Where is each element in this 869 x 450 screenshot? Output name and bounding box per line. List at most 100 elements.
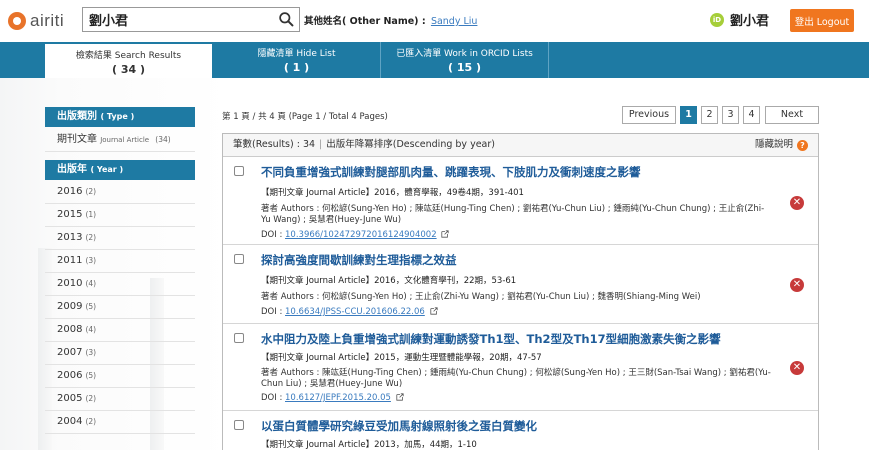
year-label: 2015 [57, 209, 83, 220]
hide-help-toggle[interactable]: 隱藏說明 ? [755, 134, 808, 156]
type-item-label: 期刊文章 [57, 134, 97, 145]
year-filter-item[interactable]: 2010 (4) [45, 273, 195, 296]
doi-label: DOI : [261, 307, 283, 317]
next-page-button[interactable]: Next [765, 106, 819, 124]
year-filter-item[interactable]: 2007 (3) [45, 342, 195, 365]
result-checkbox[interactable] [234, 254, 244, 264]
result-checkbox[interactable] [234, 420, 244, 430]
page-button-4[interactable]: 4 [743, 106, 760, 124]
year-filter-item[interactable]: 2016 (2) [45, 181, 195, 204]
type-item-count: (34) [155, 135, 171, 144]
other-name-label: 其他姓名( Other Name) : [304, 16, 426, 27]
result-title[interactable]: 探討高強度間歇訓練對生理指標之效益 [261, 252, 457, 268]
user-name: 劉小君 [730, 14, 770, 29]
page-info: 第 1 頁 / 共 4 頁 (Page 1 / Total 4 Pages) [222, 112, 388, 122]
doi-label: DOI : [261, 393, 283, 403]
result-authors: 著者 Authors : 何松諺(Sung-Yen Ho) ; 王止俞(Zhi-… [261, 292, 701, 302]
doi-link[interactable]: 10.6127/JEPF.2015.20.05 [285, 393, 391, 403]
year-label: 2009 [57, 301, 83, 312]
previous-page-button[interactable]: Previous [622, 106, 676, 124]
tab-hide-list[interactable]: 隱藏清單 Hide List ( 1 ) [213, 42, 380, 78]
type-item-sub: Journal Article [100, 136, 150, 144]
result-meta: 【期刊文章 Journal Article】2015，運動生理暨體能學報，20期… [261, 353, 542, 363]
tab-orcid-list[interactable]: 已匯入清單 Work in ORCID Lists ( 15 ) [381, 42, 548, 78]
orcid-icon: iD [710, 12, 724, 27]
year-label: 2008 [57, 324, 83, 335]
external-link-icon [441, 230, 449, 238]
result-item: 以蛋白質體學研究綠豆受加馬射線照射後之蛋白質變化 【期刊文章 Journal A… [223, 412, 818, 450]
sort-label[interactable]: 出版年降冪排序(Descending by year) [326, 139, 495, 150]
tab-separator [548, 42, 549, 78]
airiti-logo[interactable]: airiti [8, 11, 64, 31]
year-label: 2013 [57, 232, 83, 243]
type-header-label: 出版類別 [57, 111, 97, 122]
tab-search-results[interactable]: 檢索結果 Search Results ( 34 ) [45, 42, 212, 78]
results-panel: 筆數(Results) : 34 | 出版年降冪排序(Descending by y… [222, 133, 819, 450]
tab-count: ( 34 ) [111, 63, 146, 76]
type-filter-header: 出版類別 ( Type ) [45, 107, 195, 127]
year-count: (3) [85, 348, 97, 357]
hide-item-button[interactable]: ✕ [790, 278, 804, 292]
results-header-separator: | [319, 139, 323, 150]
year-label: 2005 [57, 393, 83, 404]
tab-count: ( 15 ) [447, 61, 482, 74]
result-doi: DOI : 10.6634/JPSS-CCU.201606.22.06 [261, 307, 438, 317]
page-button-1[interactable]: 1 [680, 106, 697, 124]
logo-text: airiti [30, 11, 65, 30]
year-label: 2010 [57, 278, 83, 289]
page-button-3[interactable]: 3 [722, 106, 739, 124]
orcid-user: iD 劉小君 [710, 10, 769, 29]
year-filter-item[interactable]: 2013 (2) [45, 227, 195, 250]
external-link-icon [429, 307, 438, 315]
result-doi: DOI : 10.3966/102472972016124904002 [261, 230, 449, 240]
result-checkbox[interactable] [234, 166, 244, 176]
top-header: airiti 其他姓名( Other Name) : Sandy Liu iD … [0, 0, 869, 42]
result-meta: 【期刊文章 Journal Article】2016，體育學報，49卷4期，39… [261, 188, 524, 198]
help-icon: ? [797, 139, 808, 151]
year-header-label: 出版年 [57, 164, 87, 175]
page-button-2[interactable]: 2 [701, 106, 718, 124]
search-box [82, 7, 300, 32]
hide-help-label: 隱藏說明 [754, 139, 793, 150]
result-title[interactable]: 不同負重增強式訓練對腿部肌肉量、跳躍表現、下肢肌力及衝刺速度之影響 [261, 164, 641, 180]
year-filter-item[interactable]: 2015 (1) [45, 204, 195, 227]
year-filter-item[interactable]: 2008 (4) [45, 319, 195, 342]
result-checkbox[interactable] [234, 333, 244, 343]
type-header-sub: ( Type ) [100, 112, 135, 121]
result-authors: 著者 Authors : 陳竑廷(Hung-Ting Chen) ; 鍾雨純(Y… [261, 368, 771, 389]
year-label: 2006 [57, 370, 83, 381]
result-meta: 【期刊文章 Journal Article】2013，加馬，44期，1-10 [261, 440, 477, 450]
year-filter-item[interactable]: 2004 (2) [45, 411, 195, 434]
result-item: 探討高強度間歇訓練對生理指標之效益 【期刊文章 Journal Article】… [223, 246, 818, 324]
year-count: (2) [85, 233, 97, 242]
other-name-link[interactable]: Sandy Liu [431, 16, 478, 27]
result-item: 水中阻力及陸上負重增強式訓練對運動誘發Th1型、Th2型及Th17型細胞激素失衡… [223, 325, 818, 411]
result-title[interactable]: 水中阻力及陸上負重增強式訓練對運動誘發Th1型、Th2型及Th17型細胞激素失衡… [261, 331, 721, 347]
year-filter-item[interactable]: 2005 (2) [45, 388, 195, 411]
result-item: 不同負重增強式訓練對腿部肌肉量、跳躍表現、下肢肌力及衝刺速度之影響 【期刊文章 … [223, 158, 818, 245]
year-count: (4) [85, 279, 97, 288]
year-label: 2016 [57, 186, 83, 197]
year-count: (5) [85, 371, 97, 380]
search-input[interactable] [83, 8, 273, 31]
results-header: 筆數(Results) : 34 | 出版年降冪排序(Descending by y… [223, 134, 818, 157]
tab-bar: 檢索結果 Search Results ( 34 ) 隱藏清單 Hide Lis… [0, 42, 869, 78]
year-count: (2) [85, 187, 97, 196]
search-icon[interactable] [278, 11, 295, 28]
year-filter-item[interactable]: 2009 (5) [45, 296, 195, 319]
year-count: (2) [85, 394, 97, 403]
hide-item-button[interactable]: ✕ [790, 196, 804, 210]
year-label: 2004 [57, 416, 83, 427]
year-count: (2) [85, 417, 97, 426]
year-filter-item[interactable]: 2011 (3) [45, 250, 195, 273]
type-filter-journal-article[interactable]: 期刊文章 Journal Article (34) [45, 129, 195, 152]
airiti-logo-icon [8, 12, 26, 30]
year-filter-item[interactable]: 2006 (5) [45, 365, 195, 388]
doi-link[interactable]: 10.3966/102472972016124904002 [285, 230, 437, 240]
year-filter-header: 出版年 ( Year ) [45, 160, 195, 180]
tab-label: 隱藏清單 Hide List [257, 49, 336, 59]
hide-item-button[interactable]: ✕ [790, 361, 804, 375]
doi-link[interactable]: 10.6634/JPSS-CCU.201606.22.06 [285, 307, 425, 317]
result-title[interactable]: 以蛋白質體學研究綠豆受加馬射線照射後之蛋白質變化 [261, 418, 537, 434]
logout-button[interactable]: 登出 Logout [790, 9, 854, 32]
